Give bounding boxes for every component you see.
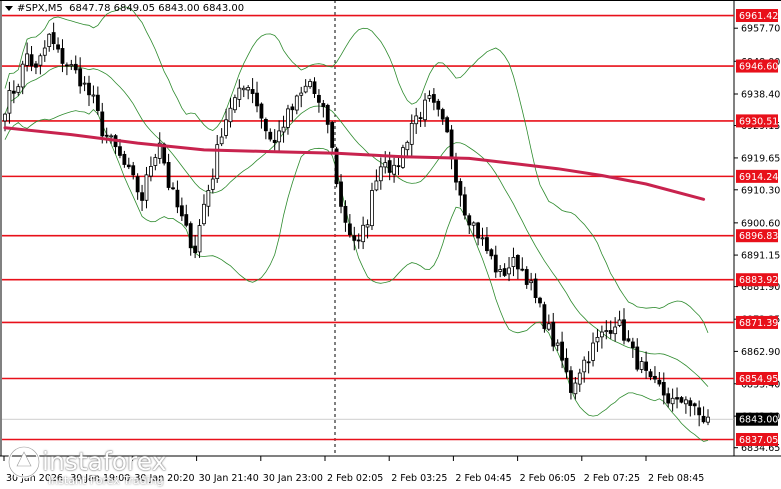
price-chart: 6957.706948.006938.406929.156919.656910.… [0,0,781,489]
level-price-label: 6961.42 [736,9,778,23]
level-price-label: 6946.60 [736,59,778,73]
svg-text:6837.05: 6837.05 [739,435,778,446]
svg-text:6946.60: 6946.60 [739,62,778,73]
symbol-header: #SPX,M5 6847.78 6849.05 6843.00 6843.00 [5,3,244,14]
level-price-label: 6837.05 [736,433,778,447]
level-price-label: 6871.39 [736,315,778,329]
time-tick-label: 2 Feb 03:25 [391,473,447,484]
level-price-label: 6930.51 [736,114,778,128]
ohlc-values: 6847.78 6849.05 6843.00 6843.00 [69,3,245,14]
time-tick-label: 2 Feb 07:25 [584,473,640,484]
level-price-label: 6914.24 [736,169,778,183]
time-tick-label: 2 Feb 04:45 [455,473,511,484]
symbol-dropdown-icon[interactable] [5,5,13,11]
time-tick-label: 2 Feb 08:45 [648,473,704,484]
time-tick-label: 2 Feb 02:05 [327,473,383,484]
candle [679,396,684,404]
price-tick-label: 6891.15 [741,251,780,262]
symbol-name: #SPX,M5 [17,3,63,14]
price-tick-label: 6862.90 [741,347,780,358]
svg-text:6871.39: 6871.39 [739,318,778,329]
logo-tagline: Instant Forex Trading [48,474,164,487]
svg-text:6854.95: 6854.95 [739,374,778,385]
price-tick-label: 6900.60 [741,218,780,229]
price-tick-label: 6910.30 [741,185,780,196]
svg-text:6883.92: 6883.92 [739,275,778,286]
candle [445,115,450,134]
svg-text:6843.00: 6843.00 [739,415,778,426]
logo-brand: instaforex [42,447,167,476]
svg-text:6914.24: 6914.24 [739,172,778,183]
svg-text:6961.42: 6961.42 [739,11,778,22]
price-tick-label: 6919.65 [741,153,780,164]
svg-text:6896.83: 6896.83 [739,231,778,242]
svg-text:6930.51: 6930.51 [739,116,778,127]
price-tick-label: 6938.40 [741,90,780,101]
price-tick-label: 6957.70 [741,24,780,35]
time-tick-label: 30 Jan 23:00 [263,473,323,484]
current-price-label: 6843.00 [736,412,778,426]
level-price-label: 6854.95 [736,371,778,385]
level-price-label: 6883.92 [736,273,778,287]
level-price-label: 6896.83 [736,229,778,243]
time-tick-label: 30 Jan 21:40 [199,473,259,484]
time-tick-label: 2 Feb 06:05 [520,473,576,484]
candle [542,301,547,333]
